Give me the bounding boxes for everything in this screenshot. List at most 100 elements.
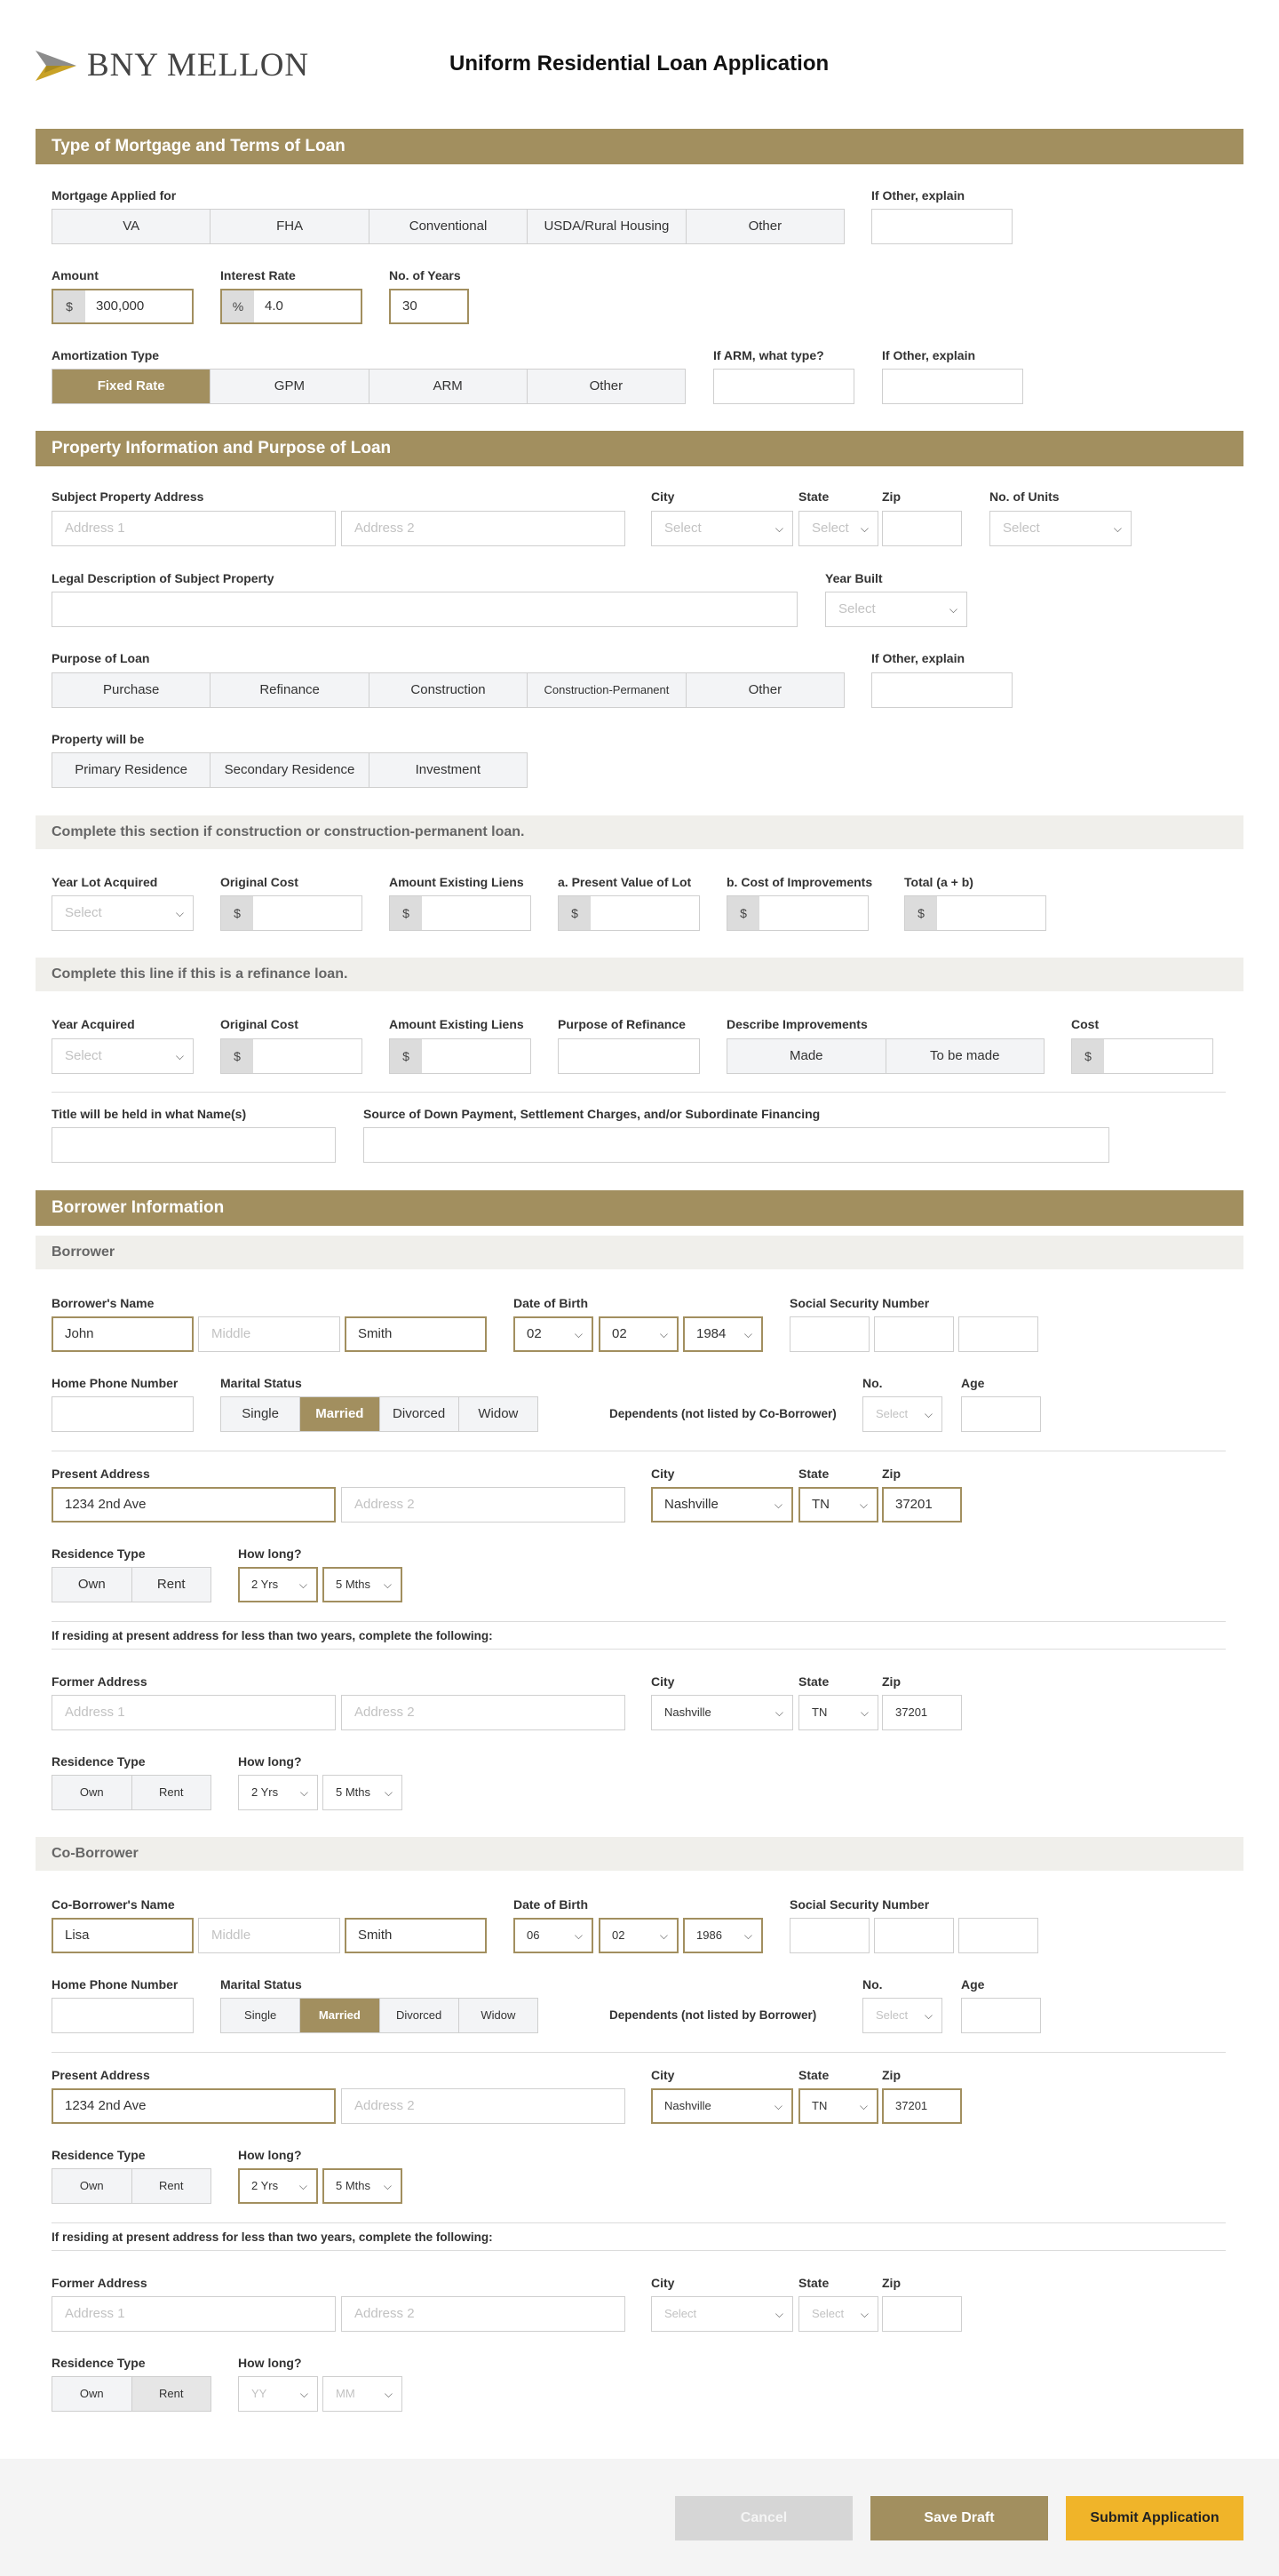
coborrower-marital-married[interactable]: Married — [300, 1999, 380, 2032]
coborrower-first-name-input[interactable]: Lisa — [52, 1918, 194, 1953]
title-names-input[interactable] — [52, 1127, 336, 1163]
year-built-select[interactable]: Select ⌵ — [825, 592, 967, 627]
coborrower-dob-month-select[interactable]: 06 ⌵ — [513, 1918, 593, 1953]
year-acquired-select[interactable]: Select ⌵ — [52, 1038, 194, 1074]
construction-liens-input[interactable]: $ — [389, 895, 531, 931]
units-select[interactable]: Select ⌵ — [989, 511, 1132, 546]
amort-option-gpm[interactable]: GPM — [211, 370, 369, 403]
submit-application-button[interactable]: Submit Application — [1066, 2496, 1243, 2540]
mortgage-option-other[interactable]: Other — [687, 210, 844, 243]
mortgage-option-conventional[interactable]: Conventional — [369, 210, 528, 243]
purpose-option-construction[interactable]: Construction — [369, 673, 528, 707]
borrower-former-residence-rent[interactable]: Rent — [132, 1776, 211, 1809]
improvements-option-to-be-made[interactable]: To be made — [886, 1039, 1045, 1073]
coborrower-former-years-select[interactable]: YY ⌵ — [238, 2376, 318, 2412]
coborrower-months-select[interactable]: 5 Mths ⌵ — [322, 2168, 402, 2204]
will-be-option-investment[interactable]: Investment — [369, 753, 527, 787]
coborrower-former-address1-input[interactable]: Address 1 — [52, 2296, 336, 2332]
purpose-option-other[interactable]: Other — [687, 673, 844, 707]
coborrower-years-select[interactable]: 2 Yrs ⌵ — [238, 2168, 318, 2204]
will-be-option-primary[interactable]: Primary Residence — [52, 753, 211, 787]
coborrower-former-months-select[interactable]: MM ⌵ — [322, 2376, 402, 2412]
borrower-former-zip-input[interactable]: 37201 — [882, 1695, 962, 1730]
borrower-phone-input[interactable] — [52, 1396, 194, 1432]
coborrower-marital-widow[interactable]: Widow — [459, 1999, 537, 2032]
improvements-option-made[interactable]: Made — [727, 1039, 886, 1073]
borrower-dependents-no-select[interactable]: Select ⌵ — [862, 1396, 942, 1432]
borrower-last-name-input[interactable]: Smith — [345, 1316, 487, 1352]
borrower-state-select[interactable]: TN ⌵ — [798, 1487, 878, 1523]
property-city-select[interactable]: Select ⌵ — [651, 511, 793, 546]
coborrower-city-select[interactable]: Nashville ⌵ — [651, 2088, 793, 2124]
year-lot-select[interactable]: Select ⌵ — [52, 895, 194, 931]
save-draft-button[interactable]: Save Draft — [870, 2496, 1048, 2540]
amort-option-fixed[interactable]: Fixed Rate — [52, 370, 211, 403]
total-input[interactable]: $ — [904, 895, 1046, 931]
mortgage-option-usda[interactable]: USDA/Rural Housing — [528, 210, 687, 243]
years-input[interactable]: 30 — [389, 289, 469, 324]
coborrower-residence-rent[interactable]: Rent — [132, 2169, 211, 2203]
coborrower-residence-own[interactable]: Own — [52, 2169, 132, 2203]
coborrower-former-residence-own[interactable]: Own — [52, 2377, 132, 2411]
borrower-ssn-part3-input[interactable] — [958, 1316, 1038, 1352]
construction-orig-cost-input[interactable]: $ — [220, 895, 362, 931]
mortgage-option-va[interactable]: VA — [52, 210, 211, 243]
coborrower-ssn-part1-input[interactable] — [790, 1918, 870, 1953]
mortgage-option-fha[interactable]: FHA — [211, 210, 369, 243]
will-be-option-secondary[interactable]: Secondary Residence — [211, 753, 369, 787]
cancel-button[interactable]: Cancel — [675, 2496, 853, 2540]
mortgage-other-input[interactable] — [871, 209, 1013, 244]
borrower-former-city-select[interactable]: Nashville ⌵ — [651, 1695, 793, 1730]
borrower-former-residence-own[interactable]: Own — [52, 1776, 132, 1809]
property-zip-input[interactable] — [882, 511, 962, 546]
amort-option-arm[interactable]: ARM — [369, 370, 528, 403]
refi-orig-cost-input[interactable]: $ — [220, 1038, 362, 1074]
coborrower-ssn-part2-input[interactable] — [874, 1918, 954, 1953]
coborrower-ssn-part3-input[interactable] — [958, 1918, 1038, 1953]
coborrower-former-address2-input[interactable]: Address 2 — [341, 2296, 625, 2332]
borrower-marital-widow[interactable]: Widow — [459, 1397, 537, 1431]
borrower-marital-single[interactable]: Single — [221, 1397, 301, 1431]
coborrower-marital-divorced[interactable]: Divorced — [380, 1999, 459, 2032]
borrower-residence-own[interactable]: Own — [52, 1568, 132, 1602]
improvements-cost-input[interactable]: $ — [727, 895, 869, 931]
borrower-years-select[interactable]: 2 Yrs ⌵ — [238, 1567, 318, 1602]
coborrower-former-city-select[interactable]: Select ⌵ — [651, 2296, 793, 2332]
purpose-option-purchase[interactable]: Purchase — [52, 673, 211, 707]
refi-purpose-input[interactable] — [558, 1038, 700, 1074]
coborrower-middle-name-input[interactable]: Middle — [198, 1918, 340, 1953]
coborrower-former-state-select[interactable]: Select ⌵ — [798, 2296, 878, 2332]
amort-option-other[interactable]: Other — [528, 370, 685, 403]
borrower-marital-divorced[interactable]: Divorced — [380, 1397, 459, 1431]
borrower-middle-name-input[interactable]: Middle — [198, 1316, 340, 1352]
subject-address2-input[interactable]: Address 2 — [341, 511, 625, 546]
borrower-dob-day-select[interactable]: 02 ⌵ — [599, 1316, 679, 1352]
coborrower-present-address2-input[interactable]: Address 2 — [341, 2088, 625, 2124]
borrower-city-select[interactable]: Nashville ⌵ — [651, 1487, 793, 1523]
coborrower-dob-year-select[interactable]: 1986 ⌵ — [683, 1918, 763, 1953]
borrower-dob-month-select[interactable]: 02 ⌵ — [513, 1316, 593, 1352]
purpose-option-refinance[interactable]: Refinance — [211, 673, 369, 707]
borrower-first-name-input[interactable]: John — [52, 1316, 194, 1352]
coborrower-former-zip-input[interactable] — [882, 2296, 962, 2332]
coborrower-age-input[interactable] — [961, 1998, 1041, 2033]
borrower-former-months-select[interactable]: 5 Mths ⌵ — [322, 1775, 402, 1810]
subject-address1-input[interactable]: Address 1 — [52, 511, 336, 546]
refi-liens-input[interactable]: $ — [389, 1038, 531, 1074]
coborrower-state-select[interactable]: TN ⌵ — [798, 2088, 878, 2124]
amort-other-input[interactable] — [882, 369, 1023, 404]
borrower-present-address2-input[interactable]: Address 2 — [341, 1487, 625, 1523]
property-state-select[interactable]: Select ⌵ — [798, 511, 878, 546]
purpose-option-construction-permanent[interactable]: Construction-Permanent — [528, 673, 687, 707]
coborrower-last-name-input[interactable]: Smith — [345, 1918, 487, 1953]
amount-input[interactable]: $ 300,000 — [52, 289, 194, 324]
coborrower-zip-input[interactable]: 37201 — [882, 2088, 962, 2124]
borrower-residence-rent[interactable]: Rent — [132, 1568, 211, 1602]
coborrower-phone-input[interactable] — [52, 1998, 194, 2033]
coborrower-former-residence-rent[interactable]: Rent — [131, 2377, 211, 2411]
borrower-ssn-part2-input[interactable] — [874, 1316, 954, 1352]
coborrower-marital-single[interactable]: Single — [221, 1999, 301, 2032]
legal-desc-input[interactable] — [52, 592, 798, 627]
borrower-present-address1-input[interactable]: 1234 2nd Ave — [52, 1487, 336, 1523]
purpose-other-input[interactable] — [871, 672, 1013, 708]
